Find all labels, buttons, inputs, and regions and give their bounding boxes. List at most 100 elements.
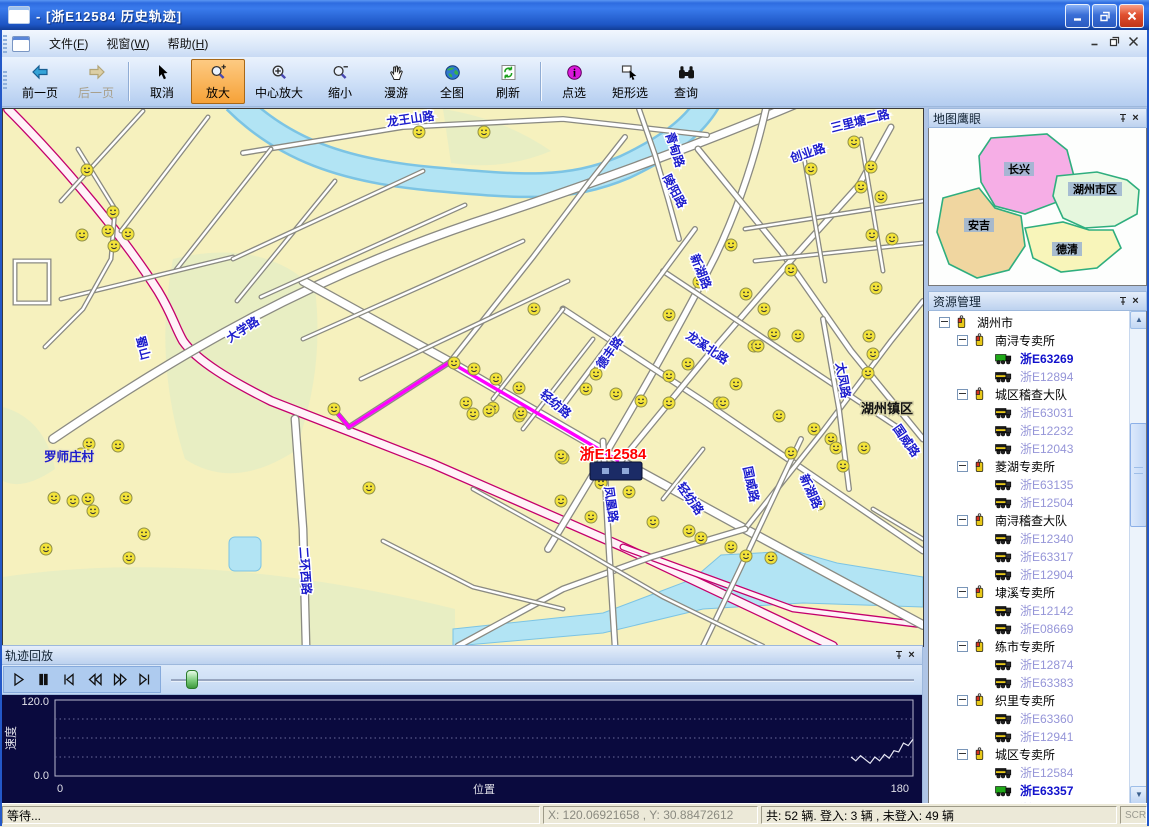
toolbar-button-rect-select[interactable]: 矩形选 [603, 59, 657, 104]
vehicle-marker-smiley[interactable] [867, 348, 879, 360]
tree-item-vehicle[interactable]: 浙E12584 [931, 763, 1128, 781]
tree-item-vehicle[interactable]: 浙E63357 [931, 781, 1128, 799]
menubar-grip[interactable] [3, 35, 7, 53]
tree-item-vehicle[interactable]: 浙E12232 [931, 421, 1128, 439]
vehicle-marker-smiley[interactable] [830, 442, 842, 454]
vehicle-marker-smiley[interactable] [122, 228, 134, 240]
vehicle-marker-smiley[interactable] [886, 233, 898, 245]
mdi-restore-icon[interactable] [1109, 36, 1120, 50]
vehicle-marker-smiley[interactable] [107, 206, 119, 218]
vehicle-marker-smiley[interactable] [875, 191, 887, 203]
toolbar-button-next-arrow[interactable]: 后一页 [69, 59, 123, 104]
expand-collapse-icon[interactable] [957, 461, 968, 472]
tree-item-org[interactable]: 南浔稽查大队 [931, 511, 1128, 529]
tree-item-org[interactable]: 湖州市 [931, 313, 1128, 331]
vehicle-marker-smiley[interactable] [48, 492, 60, 504]
rewind-button[interactable] [84, 669, 106, 691]
toolbar-button-cursor[interactable]: 取消 [135, 59, 189, 104]
play-button[interactable] [8, 669, 30, 691]
tree-item-vehicle[interactable]: 浙E63317 [931, 547, 1128, 565]
vehicle-marker-smiley[interactable] [683, 525, 695, 537]
vehicle-marker-smiley[interactable] [555, 450, 567, 462]
vehicle-marker-smiley[interactable] [102, 225, 114, 237]
pause-button[interactable] [33, 669, 55, 691]
tree-item-vehicle[interactable]: 浙E63269 [931, 349, 1128, 367]
vehicle-marker-smiley[interactable] [647, 516, 659, 528]
minimize-button[interactable] [1065, 4, 1090, 28]
tree-item-vehicle[interactable]: 浙E12504 [931, 493, 1128, 511]
tree-item-vehicle[interactable]: 浙E12894 [931, 367, 1128, 385]
vehicle-marker-smiley[interactable] [528, 303, 540, 315]
pin-icon[interactable] [892, 649, 905, 662]
vehicle-marker-smiley[interactable] [460, 397, 472, 409]
tree-item-vehicle[interactable]: 浙E63031 [931, 403, 1128, 421]
vehicle-marker-smiley[interactable] [695, 532, 707, 544]
tree-item-org[interactable]: 练市专卖所 [931, 637, 1128, 655]
menu-item-1[interactable]: 视窗(W) [97, 32, 158, 55]
toolbar-button-point-info[interactable]: i点选 [547, 59, 601, 104]
vehicle-marker-smiley[interactable] [81, 164, 93, 176]
vehicle-marker-smiley[interactable] [67, 495, 79, 507]
vehicle-marker-smiley[interactable] [792, 330, 804, 342]
expand-collapse-icon[interactable] [957, 587, 968, 598]
vehicle-marker-smiley[interactable] [468, 363, 480, 375]
expand-collapse-icon[interactable] [957, 641, 968, 652]
vehicle-marker-smiley[interactable] [328, 403, 340, 415]
tree-item-org[interactable]: 城区专卖所 [931, 745, 1128, 763]
vehicle-marker-smiley[interactable] [865, 161, 877, 173]
vehicle-marker-smiley[interactable] [623, 486, 635, 498]
vehicle-marker-smiley[interactable] [682, 358, 694, 370]
scrollbar-thumb[interactable] [1130, 423, 1147, 527]
go-end-button[interactable] [134, 669, 156, 691]
tree-item-org[interactable]: 埭溪专卖所 [931, 583, 1128, 601]
vehicle-marker-smiley[interactable] [758, 303, 770, 315]
vehicle-marker-smiley[interactable] [863, 330, 875, 342]
vehicle-marker-smiley[interactable] [663, 397, 675, 409]
mdi-close-icon[interactable] [1128, 36, 1139, 50]
tree-item-vehicle[interactable]: 浙E12142 [931, 601, 1128, 619]
vehicle-marker-smiley[interactable] [837, 460, 849, 472]
vehicle-marker-smiley[interactable] [768, 328, 780, 340]
vehicle-marker-smiley[interactable] [855, 181, 867, 193]
vehicle-marker-smiley[interactable] [805, 163, 817, 175]
mdi-minimize-icon[interactable] [1090, 36, 1101, 50]
close-button[interactable] [1119, 4, 1144, 28]
vehicle-marker-smiley[interactable] [752, 340, 764, 352]
close-icon[interactable]: × [1129, 295, 1142, 308]
scroll-up-icon[interactable]: ▲ [1130, 311, 1147, 329]
toolbar-button-zoom-in[interactable]: 放大 [191, 59, 245, 104]
vehicle-marker-smiley[interactable] [490, 373, 502, 385]
expand-collapse-icon[interactable] [957, 695, 968, 706]
tree-item-vehicle[interactable]: 浙E12904 [931, 565, 1128, 583]
toolbar-button-binoculars[interactable]: 查询 [659, 59, 713, 104]
vehicle-marker-smiley[interactable] [740, 550, 752, 562]
vehicle-marker-smiley[interactable] [120, 492, 132, 504]
vehicle-marker-smiley[interactable] [87, 505, 99, 517]
vehicle-marker-smiley[interactable] [635, 395, 647, 407]
overview-map[interactable]: 长兴湖州市区安吉德清 [928, 128, 1147, 286]
vehicle-marker-smiley[interactable] [765, 552, 777, 564]
vehicle-marker-smiley[interactable] [785, 264, 797, 276]
tree-item-vehicle[interactable]: 浙E12941 [931, 727, 1128, 745]
tree-item-org[interactable]: 城区稽查大队 [931, 385, 1128, 403]
tree-item-org[interactable]: 菱湖专卖所 [931, 457, 1128, 475]
vehicle-marker-smiley[interactable] [725, 541, 737, 553]
map-canvas[interactable]: 浙E12584龙王山路三里塘二路青甸路创业路陵阳路新湖路大学路德丰路龙溪北路轻纺… [3, 109, 923, 646]
vehicle-marker-smiley[interactable] [808, 423, 820, 435]
tree-item-vehicle[interactable]: 浙E63360 [931, 709, 1128, 727]
vehicle-marker-smiley[interactable] [40, 543, 52, 555]
expand-collapse-icon[interactable] [957, 335, 968, 346]
document-icon[interactable] [12, 36, 30, 52]
tree-item-vehicle[interactable]: 浙E08669 [931, 619, 1128, 637]
vehicle-marker-smiley[interactable] [858, 442, 870, 454]
vehicle-marker-smiley[interactable] [730, 378, 742, 390]
map-view[interactable]: 浙E12584龙王山路三里塘二路青甸路创业路陵阳路新湖路大学路德丰路龙溪北路轻纺… [2, 108, 924, 647]
vehicle-marker-smiley[interactable] [76, 229, 88, 241]
tree-item-org[interactable]: 南浔专卖所 [931, 331, 1128, 349]
vehicle-marker-smiley[interactable] [467, 408, 479, 420]
vehicle-marker-smiley[interactable] [870, 282, 882, 294]
vehicle-marker-smiley[interactable] [555, 495, 567, 507]
vehicle-marker-smiley[interactable] [83, 438, 95, 450]
toolbar-button-pan-hand[interactable]: 漫游 [369, 59, 423, 104]
vehicle-marker-smiley[interactable] [585, 511, 597, 523]
